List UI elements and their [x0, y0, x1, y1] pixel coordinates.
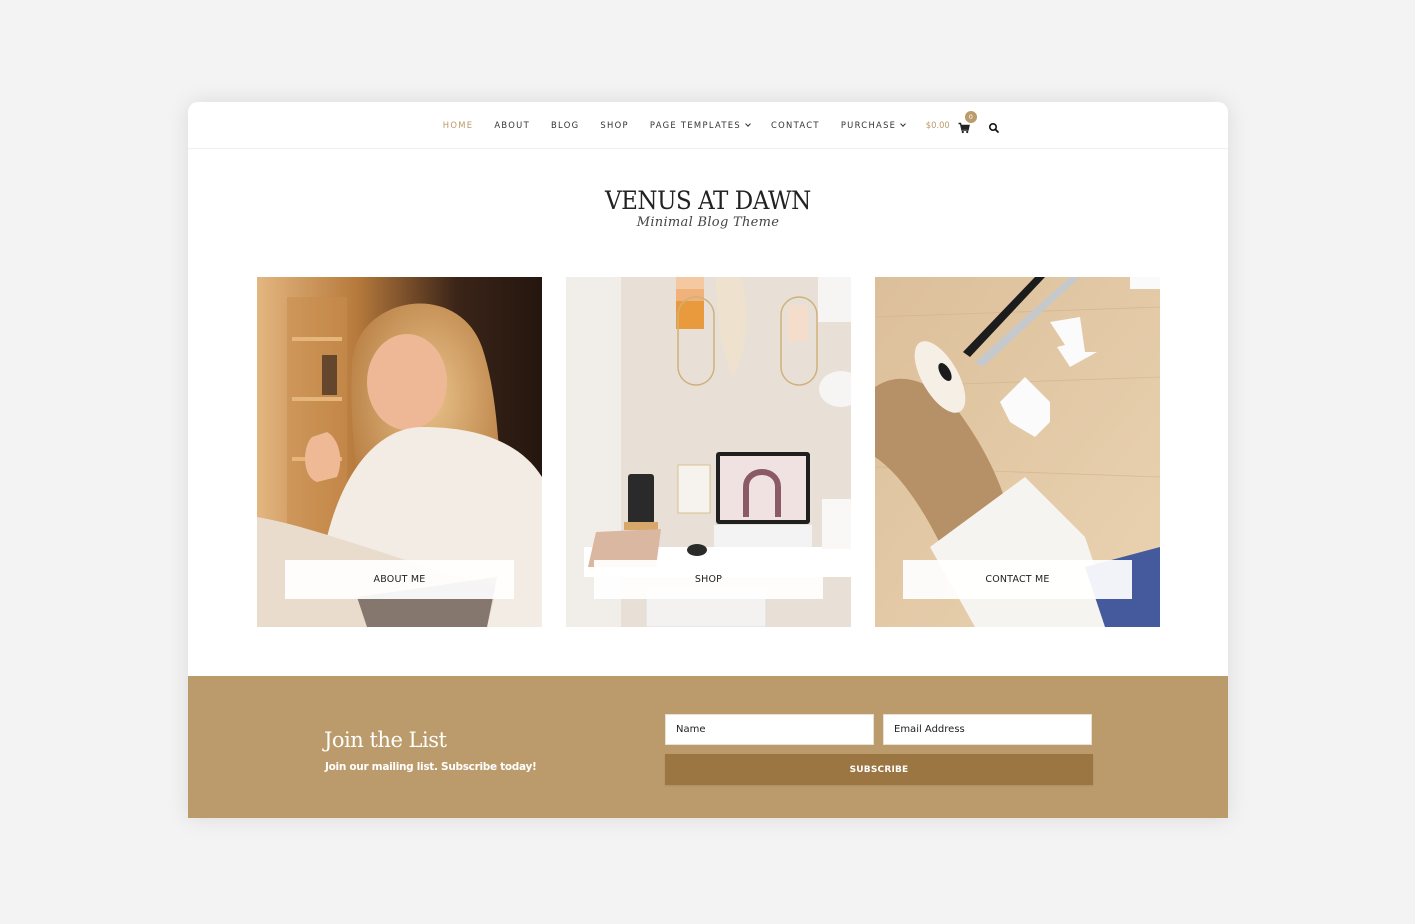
card-contact-me[interactable]: CONTACT ME — [875, 277, 1160, 627]
shopping-cart-icon — [958, 122, 970, 134]
card-about-me[interactable]: ABOUT ME — [257, 277, 542, 627]
nav-label: SHOP — [600, 120, 629, 130]
email-input[interactable]: Email Address — [883, 714, 1092, 745]
nav-item-shop[interactable]: SHOP — [600, 120, 628, 130]
nav-item-page-templates[interactable]: PAGE TEMPLATES — [649, 120, 751, 130]
subscribe-button[interactable]: SUBSCRIBE — [665, 754, 1093, 785]
site-tagline: Minimal Blog Theme — [636, 215, 780, 230]
name-input[interactable]: Name — [665, 714, 874, 745]
cart-total[interactable]: $0.00 — [926, 120, 950, 130]
cart-count-badge: 0 — [964, 111, 977, 123]
browser-frame: HOME ABOUT BLOG SHOP PAGE TEMPLATES CONT… — [188, 102, 1228, 818]
nav-label: BLOG — [551, 120, 580, 130]
shop-button[interactable]: SHOP — [594, 560, 823, 599]
about-me-button[interactable]: ABOUT ME — [285, 560, 514, 599]
nav-item-about[interactable]: ABOUT — [494, 120, 530, 130]
newsletter-section: Join the List Join our mailing list. Sub… — [188, 676, 1228, 818]
nav-label: CONTACT — [770, 120, 820, 130]
site-logo[interactable]: VENUS AT DAWN Minimal Blog Theme — [188, 186, 1228, 230]
nav-item-blog[interactable]: BLOG — [551, 120, 579, 130]
main-navigation: HOME ABOUT BLOG SHOP PAGE TEMPLATES CONT… — [188, 102, 1228, 149]
newsletter-title: Join the List — [324, 728, 447, 752]
chevron-down-icon — [900, 120, 907, 127]
cart-button[interactable]: 0 — [958, 111, 977, 134]
nav-item-contact[interactable]: CONTACT — [771, 120, 820, 130]
contact-me-button[interactable]: CONTACT ME — [903, 560, 1132, 599]
email-placeholder: Email Address — [894, 724, 965, 735]
nav-label: PAGE TEMPLATES — [649, 120, 741, 130]
nav-item-home[interactable]: HOME — [443, 120, 474, 130]
nav-list: HOME ABOUT BLOG SHOP PAGE TEMPLATES CONT… — [432, 111, 1000, 134]
search-icon — [988, 122, 999, 133]
card-shop[interactable]: SHOP — [566, 277, 851, 627]
nav-label: ABOUT — [494, 120, 531, 130]
feature-cards: ABOUT ME SHOP CONTACT ME — [257, 277, 1160, 627]
newsletter-subtitle: Join our mailing list. Subscribe today! — [325, 761, 537, 773]
nav-item-purchase[interactable]: PURCHASE — [840, 120, 907, 130]
chevron-down-icon — [745, 120, 751, 127]
nav-label: PURCHASE — [840, 120, 897, 130]
search-button[interactable] — [988, 119, 1000, 133]
nav-label: HOME — [442, 120, 474, 130]
name-placeholder: Name — [676, 724, 706, 735]
site-title: VENUS AT DAWN — [605, 186, 811, 215]
